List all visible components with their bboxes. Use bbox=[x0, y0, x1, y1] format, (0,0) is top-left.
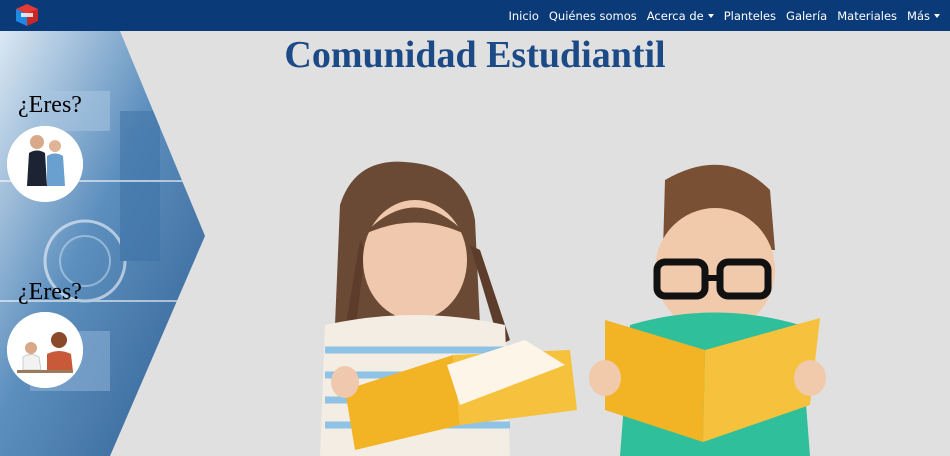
nav-item-materiales[interactable]: Materiales bbox=[837, 9, 897, 23]
nav-item-mas[interactable]: Más bbox=[907, 9, 940, 23]
eres-heading-1: ¿Eres? bbox=[18, 92, 82, 118]
avatar-professionals[interactable] bbox=[7, 126, 83, 202]
nav-item-acerca-de[interactable]: Acerca de bbox=[647, 9, 714, 23]
navbar: Inicio Quiénes somos Acerca de Planteles… bbox=[0, 0, 950, 31]
chevron-down-icon bbox=[707, 13, 714, 18]
nav-item-quienes-somos[interactable]: Quiénes somos bbox=[549, 9, 637, 23]
nav-menu: Inicio Quiénes somos Acerca de Planteles… bbox=[498, 0, 940, 31]
page-title: Comunidad Estudiantil bbox=[284, 34, 666, 76]
hero-children-reading-image bbox=[265, 150, 845, 456]
nav-item-inicio[interactable]: Inicio bbox=[508, 9, 538, 23]
avatar-teacher-student[interactable] bbox=[7, 312, 83, 388]
logo-icon[interactable] bbox=[12, 3, 42, 28]
chevron-down-icon bbox=[934, 13, 940, 18]
nav-item-planteles[interactable]: Planteles bbox=[724, 9, 776, 23]
nav-item-galeria[interactable]: Galería bbox=[786, 9, 827, 23]
eres-heading-2: ¿Eres? bbox=[18, 279, 82, 305]
side-panel: ¿Eres? ¿Eres? bbox=[0, 31, 210, 456]
